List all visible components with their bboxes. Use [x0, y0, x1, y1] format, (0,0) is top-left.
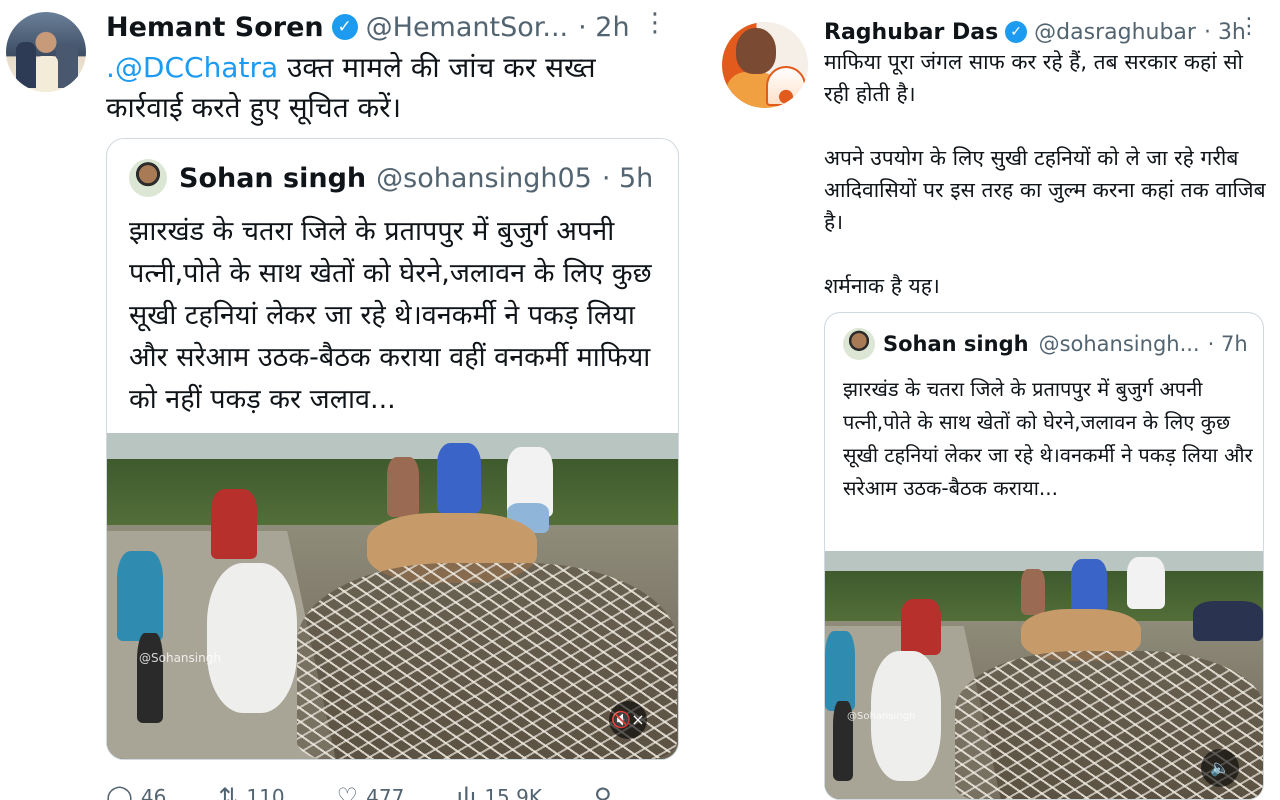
retweet-button[interactable]: ⇅ 110: [218, 782, 284, 800]
like-button[interactable]: ♡ 477: [337, 782, 405, 800]
views-button[interactable]: ılı 15.9K: [456, 782, 542, 800]
quoted-author-name: Sohan singh: [883, 332, 1029, 356]
quoted-avatar: [129, 159, 167, 197]
verified-badge-icon: ✓: [331, 14, 358, 40]
video-player[interactable]: @Sohansingh 🔈: [825, 551, 1263, 799]
right-tweet[interactable]: Raghubar Das ✓ @dasraghubar · 3h ⋮ माफिय…: [704, 0, 1280, 800]
tweet-paragraph: माफिया पूरा जंगल साफ कर रहे हैं, तब सरका…: [824, 50, 1243, 106]
left-tweet[interactable]: Hemant Soren ✓ @HemantSor... · 2h ⋮ .@DC…: [0, 0, 690, 800]
like-icon: ♡: [336, 783, 359, 800]
more-options-icon[interactable]: ⋮: [642, 8, 668, 38]
lotus-logo-icon: [766, 66, 806, 106]
tweet-text: .@DCChatra उक्त मामले की जांच कर सख्त का…: [106, 48, 666, 128]
video-player[interactable]: @Sohansingh 🔇×: [107, 433, 678, 759]
author-avatar[interactable]: [722, 22, 808, 108]
tweet-paragraph: अपने उपयोग के लिए सुखी टहनियों को ले जा …: [824, 146, 1266, 234]
reply-icon: ◯: [106, 783, 133, 800]
quoted-handle: @sohansingh05: [376, 162, 592, 194]
quoted-text: झारखंड के चतरा जिले के प्रतापपुर में बुज…: [843, 377, 1253, 500]
author-avatar[interactable]: [6, 12, 86, 92]
tweet-header: Raghubar Das ✓ @dasraghubar · 3h ⋮: [824, 14, 1274, 50]
tweet-paragraph: शर्मनाक है यह।: [824, 274, 940, 298]
retweet-icon: ⇅: [218, 783, 239, 800]
author-name[interactable]: Raghubar Das: [824, 20, 998, 45]
video-watermark: @Sohansingh: [847, 711, 916, 722]
quoted-text: झारखंड के चतरा जिले के प्रतापपुर में बुज…: [129, 216, 652, 415]
retweet-count: 110: [246, 785, 285, 800]
author-name[interactable]: Hemant Soren: [106, 12, 324, 43]
author-handle[interactable]: @HemantSor...: [366, 12, 569, 43]
quoted-header: Sohan singh @sohansingh05 · 5h: [129, 159, 653, 197]
reply-count: 46: [140, 785, 167, 800]
views-count: 15.9K: [484, 785, 542, 800]
quoted-handle: @sohansingh...: [1038, 332, 1200, 356]
tweet-actions: ◯ 46 ⇅ 110 ♡ 477 ılı 15.9K ⚲: [106, 782, 679, 800]
quoted-time: · 5h: [601, 162, 654, 194]
quoted-header: Sohan singh @sohansingh... · 7h: [843, 327, 1248, 361]
reply-button[interactable]: ◯ 46: [106, 782, 166, 800]
views-icon: ılı: [456, 783, 477, 800]
mute-icon[interactable]: 🔇×: [609, 701, 647, 739]
video-watermark: @Sohansingh: [139, 651, 221, 665]
quoted-tweet[interactable]: Sohan singh @sohansingh... · 7h झारखंड क…: [824, 312, 1264, 800]
divider: [690, 0, 704, 800]
volume-icon[interactable]: 🔈: [1201, 749, 1239, 787]
tweet-time[interactable]: · 2h: [578, 12, 629, 43]
quoted-avatar: [843, 328, 875, 360]
share-button[interactable]: ⚲: [594, 782, 620, 800]
mention-link[interactable]: .@DCChatra: [106, 51, 278, 84]
tweet-text: माफिया पूरा जंगल साफ कर रहे हैं, तब सरका…: [824, 46, 1274, 334]
verified-badge-icon: ✓: [1005, 21, 1028, 43]
quoted-tweet[interactable]: Sohan singh @sohansingh05 · 5h झारखंड के…: [106, 138, 679, 760]
quoted-time: · 7h: [1207, 332, 1248, 356]
like-count: 477: [366, 785, 405, 800]
tweet-header: Hemant Soren ✓ @HemantSor... · 2h ⋮: [106, 8, 676, 46]
share-icon: ⚲: [593, 783, 612, 800]
more-options-icon[interactable]: ⋮: [1238, 14, 1260, 39]
author-handle[interactable]: @dasraghubar: [1034, 20, 1196, 45]
quoted-author-name: Sohan singh: [179, 162, 367, 194]
